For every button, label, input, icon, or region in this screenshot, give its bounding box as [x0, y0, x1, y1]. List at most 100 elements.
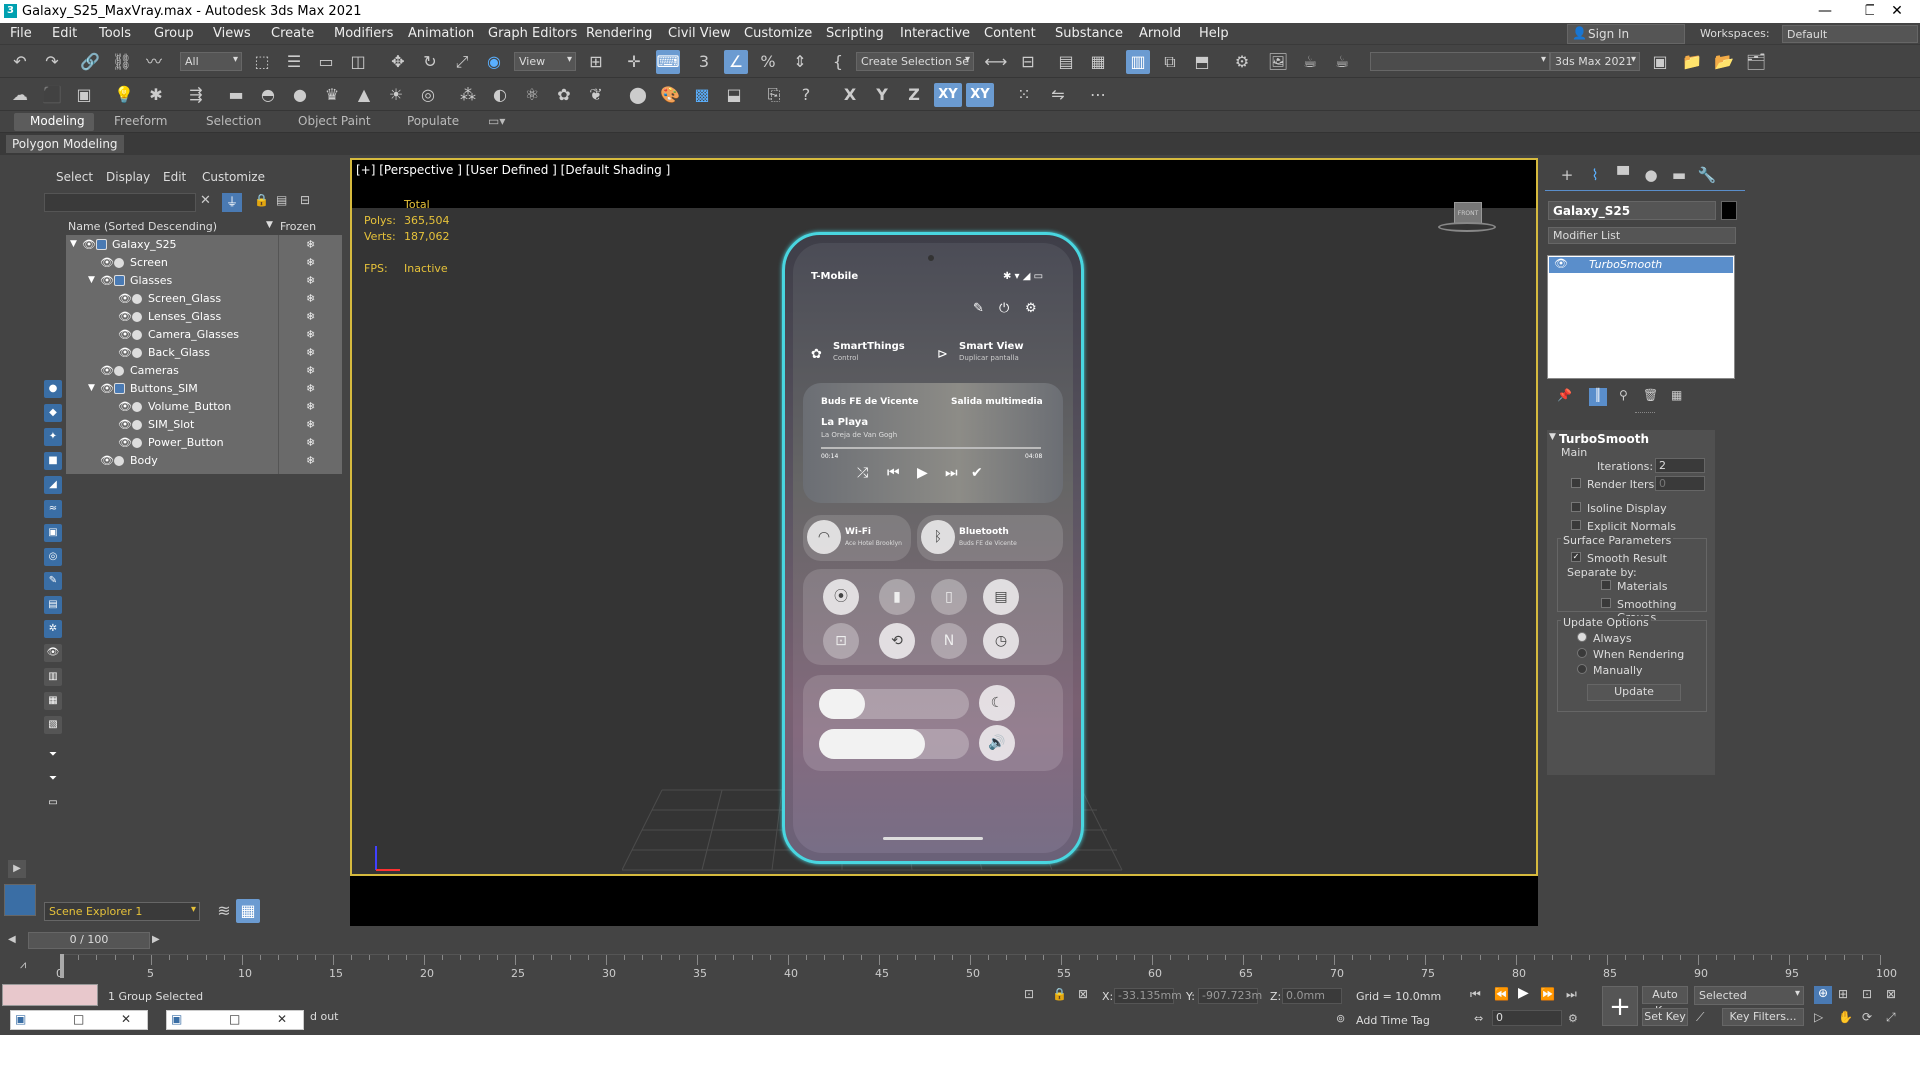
- axis-x-button[interactable]: X: [838, 83, 862, 107]
- object-color-swatch[interactable]: [1721, 201, 1737, 220]
- pointcloud-icon[interactable]: ⚛: [520, 83, 544, 107]
- zoom-extents-all-icon[interactable]: ⊠: [1886, 987, 1896, 1001]
- show-end-result-icon[interactable]: ║: [1589, 388, 1607, 406]
- menu-file[interactable]: File: [10, 26, 32, 41]
- pin-stack-icon[interactable]: 📌: [1557, 388, 1572, 402]
- fov-icon[interactable]: ▷: [1814, 1010, 1823, 1024]
- scene-row-galaxy-s25[interactable]: ▼ 👁 Galaxy_S25 ❄: [66, 236, 342, 254]
- render-iters-spinner[interactable]: 0: [1655, 476, 1705, 491]
- visibility-eye-icon[interactable]: 👁: [100, 256, 114, 269]
- light-list-icon[interactable]: ✱: [144, 83, 168, 107]
- sun-icon[interactable]: ☀: [384, 83, 408, 107]
- snapshot-icon[interactable]: ⇋: [1046, 83, 1070, 107]
- display-all-icon[interactable]: ▦: [44, 692, 62, 710]
- visibility-eye-icon[interactable]: 👁: [118, 400, 132, 413]
- ies-light-icon[interactable]: ▲: [352, 83, 376, 107]
- project-folder-icon[interactable]: 📁: [1680, 50, 1704, 74]
- rollout-title[interactable]: TurboSmooth: [1559, 432, 1649, 446]
- visibility-eye-icon[interactable]: 👁: [82, 238, 96, 251]
- maxscript-listener[interactable]: [2, 984, 98, 1006]
- remove-modifier-icon[interactable]: 🗑: [1643, 388, 1658, 402]
- prev-key-icon[interactable]: ⏪: [1494, 987, 1509, 1001]
- array-icon[interactable]: ⁙: [1012, 83, 1036, 107]
- scene-row-body[interactable]: 👁 Body ❄: [66, 452, 342, 470]
- scene-row-glasses[interactable]: ▼ 👁 Glasses ❄: [66, 272, 342, 290]
- window-crossing-icon[interactable]: ◫: [346, 50, 370, 74]
- help-circle-icon[interactable]: ?: [794, 83, 818, 107]
- rollout-collapse-icon[interactable]: ▼: [1549, 432, 1556, 442]
- pivot-icon[interactable]: ⊞: [584, 50, 608, 74]
- bind-spacewarp-icon[interactable]: 〰: [142, 50, 166, 74]
- visibility-eye-icon[interactable]: 👁: [100, 454, 114, 467]
- z-coordinate-field[interactable]: 0.0mm: [1282, 988, 1342, 1004]
- visibility-eye-icon[interactable]: 👁: [100, 382, 114, 395]
- sphere-light-icon[interactable]: ●: [288, 83, 312, 107]
- x-coordinate-field[interactable]: -33.135mm: [1114, 988, 1182, 1004]
- display-cameras-icon[interactable]: ■: [44, 452, 62, 470]
- move-icon[interactable]: ✥: [386, 50, 410, 74]
- spinner-snap-icon[interactable]: ⇕: [788, 50, 812, 74]
- prev-frame-icon[interactable]: ◀: [8, 934, 16, 945]
- explicit-normals-checkbox[interactable]: [1571, 520, 1581, 530]
- command-search-input[interactable]: [1370, 52, 1550, 71]
- when-rendering-radio[interactable]: [1577, 648, 1587, 658]
- tab-modeling[interactable]: Modeling: [30, 114, 85, 128]
- menu-create[interactable]: Create: [271, 26, 314, 41]
- close-button[interactable]: ✕: [1874, 0, 1920, 23]
- folder-icon[interactable]: ▭: [44, 794, 62, 812]
- set-key-button[interactable]: Set Key: [1642, 1008, 1688, 1026]
- display-tab-icon[interactable]: ▬: [1667, 166, 1691, 186]
- manually-radio[interactable]: [1577, 664, 1587, 674]
- menu-animation[interactable]: Animation: [408, 26, 474, 41]
- selection-filter-dropdown[interactable]: All: [180, 52, 242, 71]
- tab-object-paint[interactable]: Object Paint: [298, 114, 371, 128]
- select-manipulate-icon[interactable]: ✛: [622, 50, 646, 74]
- ribbon-options-icon[interactable]: ▭▾: [488, 114, 505, 128]
- teapot-icon[interactable]: ☁: [8, 83, 32, 107]
- menu-group[interactable]: Group: [154, 26, 194, 41]
- viewcube-face[interactable]: FRONT: [1454, 202, 1482, 224]
- menu-civil-view[interactable]: Civil View: [668, 26, 731, 41]
- current-frame-field[interactable]: 0: [1492, 1010, 1562, 1026]
- material-sphere-icon[interactable]: ⬤: [626, 83, 650, 107]
- placement-icon[interactable]: ◉: [482, 50, 506, 74]
- scene-row-sim-slot[interactable]: 👁 SIM_Slot ❄: [66, 416, 342, 434]
- smoothing-groups-checkbox[interactable]: [1601, 598, 1611, 608]
- render-setup-icon[interactable]: ⚙: [1230, 50, 1254, 74]
- phone-model[interactable]: T-Mobile ✱ ▾ ◢ ▭ ✎ ⏻ ⚙ ✿ SmartThings Con…: [782, 232, 1084, 864]
- curve-editor-mini-icon[interactable]: ⩘: [20, 958, 26, 972]
- create-tab-icon[interactable]: +: [1555, 166, 1579, 186]
- close-icon-1[interactable]: ✕: [121, 1012, 131, 1026]
- close-icon-2[interactable]: ✕: [277, 1012, 287, 1026]
- isoline-checkbox[interactable]: [1571, 502, 1581, 512]
- max-instance-tab-2[interactable]: ▣ □ ✕: [166, 1010, 304, 1030]
- material-palette-icon[interactable]: 🎨: [658, 83, 682, 107]
- rotate-icon[interactable]: ↻: [418, 50, 442, 74]
- sign-in-button[interactable]: 👤 Sign In: [1567, 24, 1685, 44]
- scene-explorer-toggle-icon[interactable]: ▦: [236, 899, 260, 923]
- display-hidden-icon[interactable]: ▥: [44, 668, 62, 686]
- next-frame-icon[interactable]: ▶: [152, 934, 160, 945]
- decal-icon[interactable]: ◐: [488, 83, 512, 107]
- project-save-icon[interactable]: 📂: [1712, 50, 1736, 74]
- frozen-toggle-icon[interactable]: ❄: [306, 328, 315, 341]
- maximize-viewport-icon[interactable]: ⤢: [1886, 1010, 1896, 1025]
- goto-end-icon[interactable]: ⏭: [1566, 987, 1577, 1002]
- goto-start-icon[interactable]: ⏮: [1470, 987, 1481, 1002]
- tab-populate[interactable]: Populate: [407, 114, 459, 128]
- vray-toolbar-icon[interactable]: ⇶: [184, 83, 208, 107]
- display-spacewarps-icon[interactable]: ≈: [44, 500, 62, 518]
- expand-arrow-icon[interactable]: ▼: [88, 383, 95, 393]
- hierarchy-icon[interactable]: ▤: [276, 193, 294, 212]
- frozen-toggle-icon[interactable]: ❄: [306, 454, 315, 467]
- scene-row-volume-button[interactable]: 👁 Volume_Button ❄: [66, 398, 342, 416]
- schematic-view-icon[interactable]: ⧉: [1158, 50, 1182, 74]
- scene-row-back-glass[interactable]: 👁 Back_Glass ❄: [66, 344, 342, 362]
- workspace-dropdown[interactable]: Default: [1782, 25, 1918, 43]
- expand-panel-icon[interactable]: ▶: [8, 860, 26, 878]
- product-dropdown[interactable]: 3ds Max 2021: [1550, 52, 1640, 71]
- utilities-tab-icon[interactable]: 🔧: [1695, 166, 1719, 186]
- perspective-viewport[interactable]: [+] [Perspective ] [User Defined ] [Defa…: [350, 158, 1538, 876]
- menu-graph-editors[interactable]: Graph Editors: [488, 26, 577, 41]
- filter-funnel-icon[interactable]: ⏷: [44, 746, 62, 764]
